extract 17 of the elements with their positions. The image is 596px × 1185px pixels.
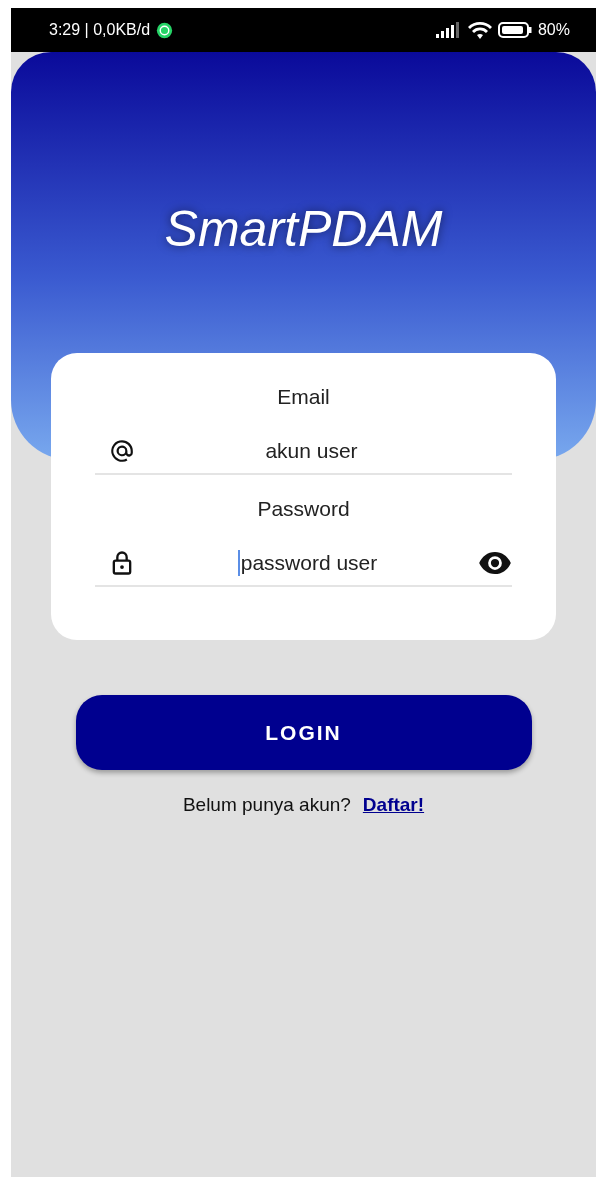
password-field[interactable]: password user <box>95 541 512 587</box>
signup-prompt: Belum punya akun? <box>182 794 351 816</box>
status-time: 3:29 | 0,0KB/d <box>49 21 151 39</box>
field-label: Password <box>257 496 350 522</box>
signup-link[interactable]: Daftar! <box>362 794 425 816</box>
login-button[interactable]: LOGIN <box>75 695 532 770</box>
field-value: password user <box>240 551 378 575</box>
app-title: SmartPDAM <box>164 200 443 259</box>
battery-percent: 80% <box>537 21 570 39</box>
field-value: akun user <box>265 439 358 463</box>
signal-icon <box>435 22 462 38</box>
wifi-icon <box>467 21 492 39</box>
field-label: Email <box>277 384 330 410</box>
email-field[interactable]: akun user <box>95 429 512 475</box>
battery-icon <box>497 22 532 38</box>
text-cursor <box>237 550 240 576</box>
eye-icon[interactable] <box>478 552 512 574</box>
